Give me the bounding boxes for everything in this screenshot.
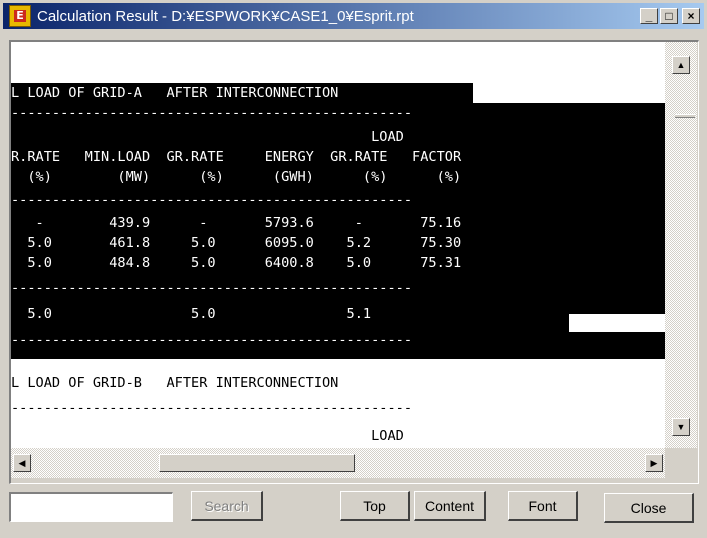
- report-heading-grid-a: L LOAD OF GRID-A AFTER INTERCONNECTION: [11, 83, 473, 103]
- calculation-result-window: E Calculation Result - D:¥ESPWORK¥CASE1_…: [0, 0, 707, 538]
- report-separator: ----------------------------------------…: [11, 190, 413, 210]
- horizontal-scroll-thumb[interactable]: [159, 454, 355, 472]
- report-average-row: 5.0 5.0 5.1: [11, 304, 372, 324]
- report-heading-grid-b: L LOAD OF GRID-B AFTER INTERCONNECTION: [11, 375, 339, 391]
- close-window-button[interactable]: ×: [682, 8, 700, 24]
- window-title: Calculation Result - D:¥ESPWORK¥CASE1_0¥…: [37, 7, 414, 25]
- report-data-row: 5.0 484.8 5.0 6400.8 5.0 75.31: [11, 253, 462, 273]
- report-column-header-top: LOAD: [11, 428, 404, 444]
- content-button[interactable]: Content: [414, 491, 486, 521]
- close-button[interactable]: Close: [604, 493, 694, 523]
- app-icon-mark: E: [14, 10, 26, 22]
- minimize-button[interactable]: _: [640, 8, 658, 24]
- scroll-down-arrow-icon[interactable]: ▼: [672, 418, 690, 436]
- maximize-button[interactable]: □: [660, 8, 678, 24]
- cursor-highlight: [569, 314, 665, 332]
- vertical-scroll-thumb[interactable]: [675, 114, 695, 118]
- report-data-row: 5.0 461.8 5.0 6095.0 5.2 75.30: [11, 233, 462, 253]
- search-button[interactable]: Search: [191, 491, 263, 521]
- report-separator: ----------------------------------------…: [11, 400, 413, 416]
- font-button[interactable]: Font: [508, 491, 578, 521]
- report-column-header: R.RATE MIN.LOAD GR.RATE ENERGY GR.RATE F…: [11, 147, 462, 167]
- report-data-row: - 439.9 - 5793.6 - 75.16: [11, 213, 462, 233]
- scroll-left-arrow-icon[interactable]: ◀: [13, 454, 31, 472]
- report-client-area: L LOAD OF GRID-A AFTER INTERCONNECTION -…: [9, 40, 699, 484]
- scroll-up-arrow-icon[interactable]: ▲: [672, 56, 690, 74]
- report-column-units: (%) (MW) (%) (GWH) (%) (%): [11, 167, 462, 187]
- scrollbar-corner: [665, 448, 697, 478]
- report-separator: ----------------------------------------…: [11, 330, 413, 350]
- report-column-header-top: LOAD: [11, 127, 404, 147]
- search-input[interactable]: [9, 492, 173, 522]
- app-icon[interactable]: E: [9, 5, 31, 27]
- title-bar[interactable]: E Calculation Result - D:¥ESPWORK¥CASE1_…: [3, 3, 704, 29]
- report-separator: ----------------------------------------…: [11, 278, 413, 298]
- report-separator: ----------------------------------------…: [11, 103, 413, 123]
- vertical-scrollbar[interactable]: ▲ ▼: [665, 42, 697, 448]
- report-view[interactable]: L LOAD OF GRID-A AFTER INTERCONNECTION -…: [11, 42, 665, 448]
- top-button[interactable]: Top: [340, 491, 410, 521]
- scroll-right-arrow-icon[interactable]: ▶: [645, 454, 663, 472]
- horizontal-scrollbar[interactable]: ◀ ▶: [11, 448, 665, 478]
